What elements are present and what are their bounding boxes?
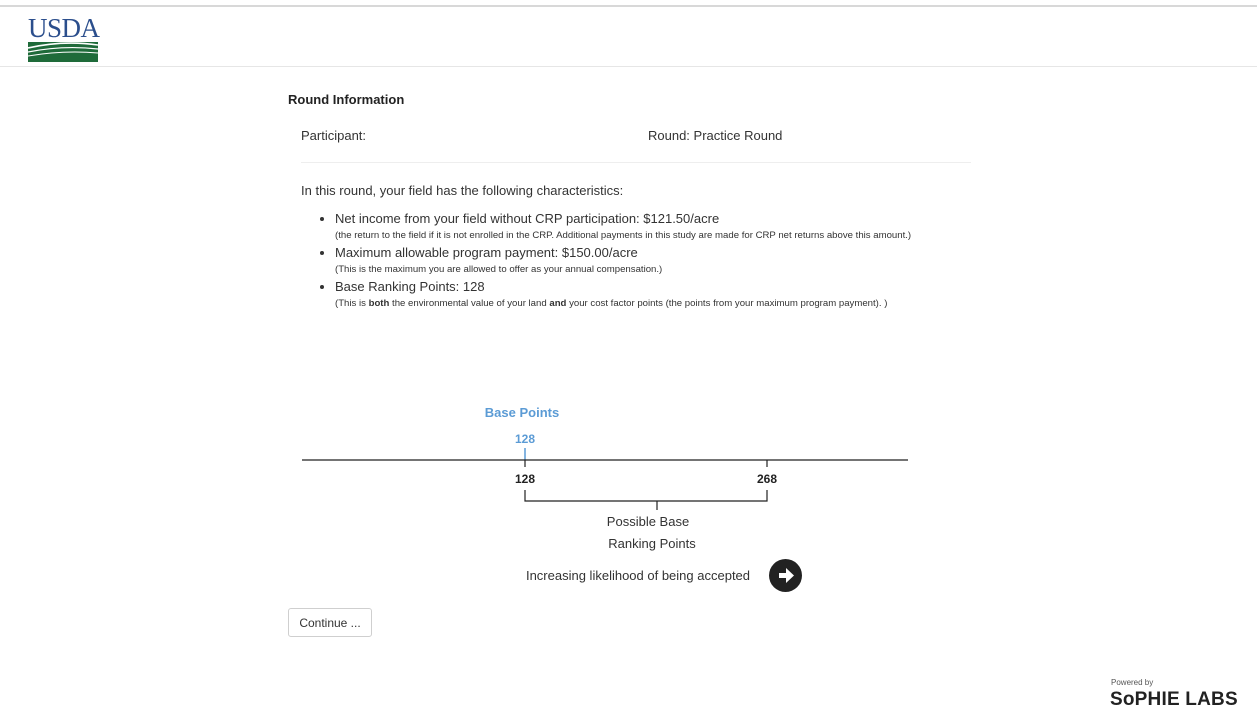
base-points-diagram: Base Points 128 128 268 Possible Base Ra… (302, 405, 908, 583)
powered-by-label: Powered by (1111, 678, 1154, 687)
characteristics-intro: In this round, your field has the follow… (301, 183, 624, 198)
base-points-title: Base Points (485, 405, 559, 420)
list-item: Base Ranking Points: 128 (This is both t… (335, 278, 985, 312)
round-info-title: Round Information (288, 92, 405, 107)
net-income-note: (the return to the field if it is not en… (335, 230, 912, 241)
list-item: Maximum allowable program payment: $150.… (335, 244, 985, 278)
max-payment-text: Maximum allowable program payment: $150.… (335, 245, 638, 260)
arrow-right-icon (769, 559, 802, 592)
range-label-line1: Possible Base (607, 514, 689, 529)
axis-min-label: 128 (515, 472, 535, 486)
logo-text: USDA (28, 13, 100, 43)
round-label: Round: Practice Round (648, 128, 783, 143)
participant-label: Participant: (301, 128, 367, 143)
characteristics-list: Net income from your field without CRP p… (301, 210, 985, 312)
sophie-labs-logo: SoPHIE LABS (1110, 689, 1238, 710)
header: USDA (0, 7, 1257, 67)
list-item: Net income from your field without CRP p… (335, 210, 985, 244)
usda-logo: USDA (28, 13, 100, 63)
base-ranking-text: Base Ranking Points: 128 (335, 279, 485, 294)
logo-swoosh-icon (28, 42, 98, 62)
note-mid: the environmental value of your land (389, 298, 550, 309)
note-bold-both: both (368, 298, 390, 309)
divider (301, 162, 971, 163)
base-points-marker-value: 128 (515, 432, 535, 446)
range-bracket (524, 490, 768, 502)
note-prefix: (This is (335, 298, 369, 309)
axis-max-label: 268 (757, 472, 777, 486)
max-payment-note: (This is the maximum you are allowed to … (335, 264, 663, 275)
net-income-text: Net income from your field without CRP p… (335, 211, 720, 226)
base-ranking-note: (This is both the environmental value of… (335, 296, 985, 312)
likelihood-text: Increasing likelihood of being accepted (526, 568, 750, 583)
continue-button[interactable]: Continue ... (288, 608, 372, 637)
note-suffix: your cost factor points (the points from… (566, 298, 888, 309)
note-bold-and: and (549, 298, 567, 309)
range-label-line2: Ranking Points (608, 536, 696, 551)
